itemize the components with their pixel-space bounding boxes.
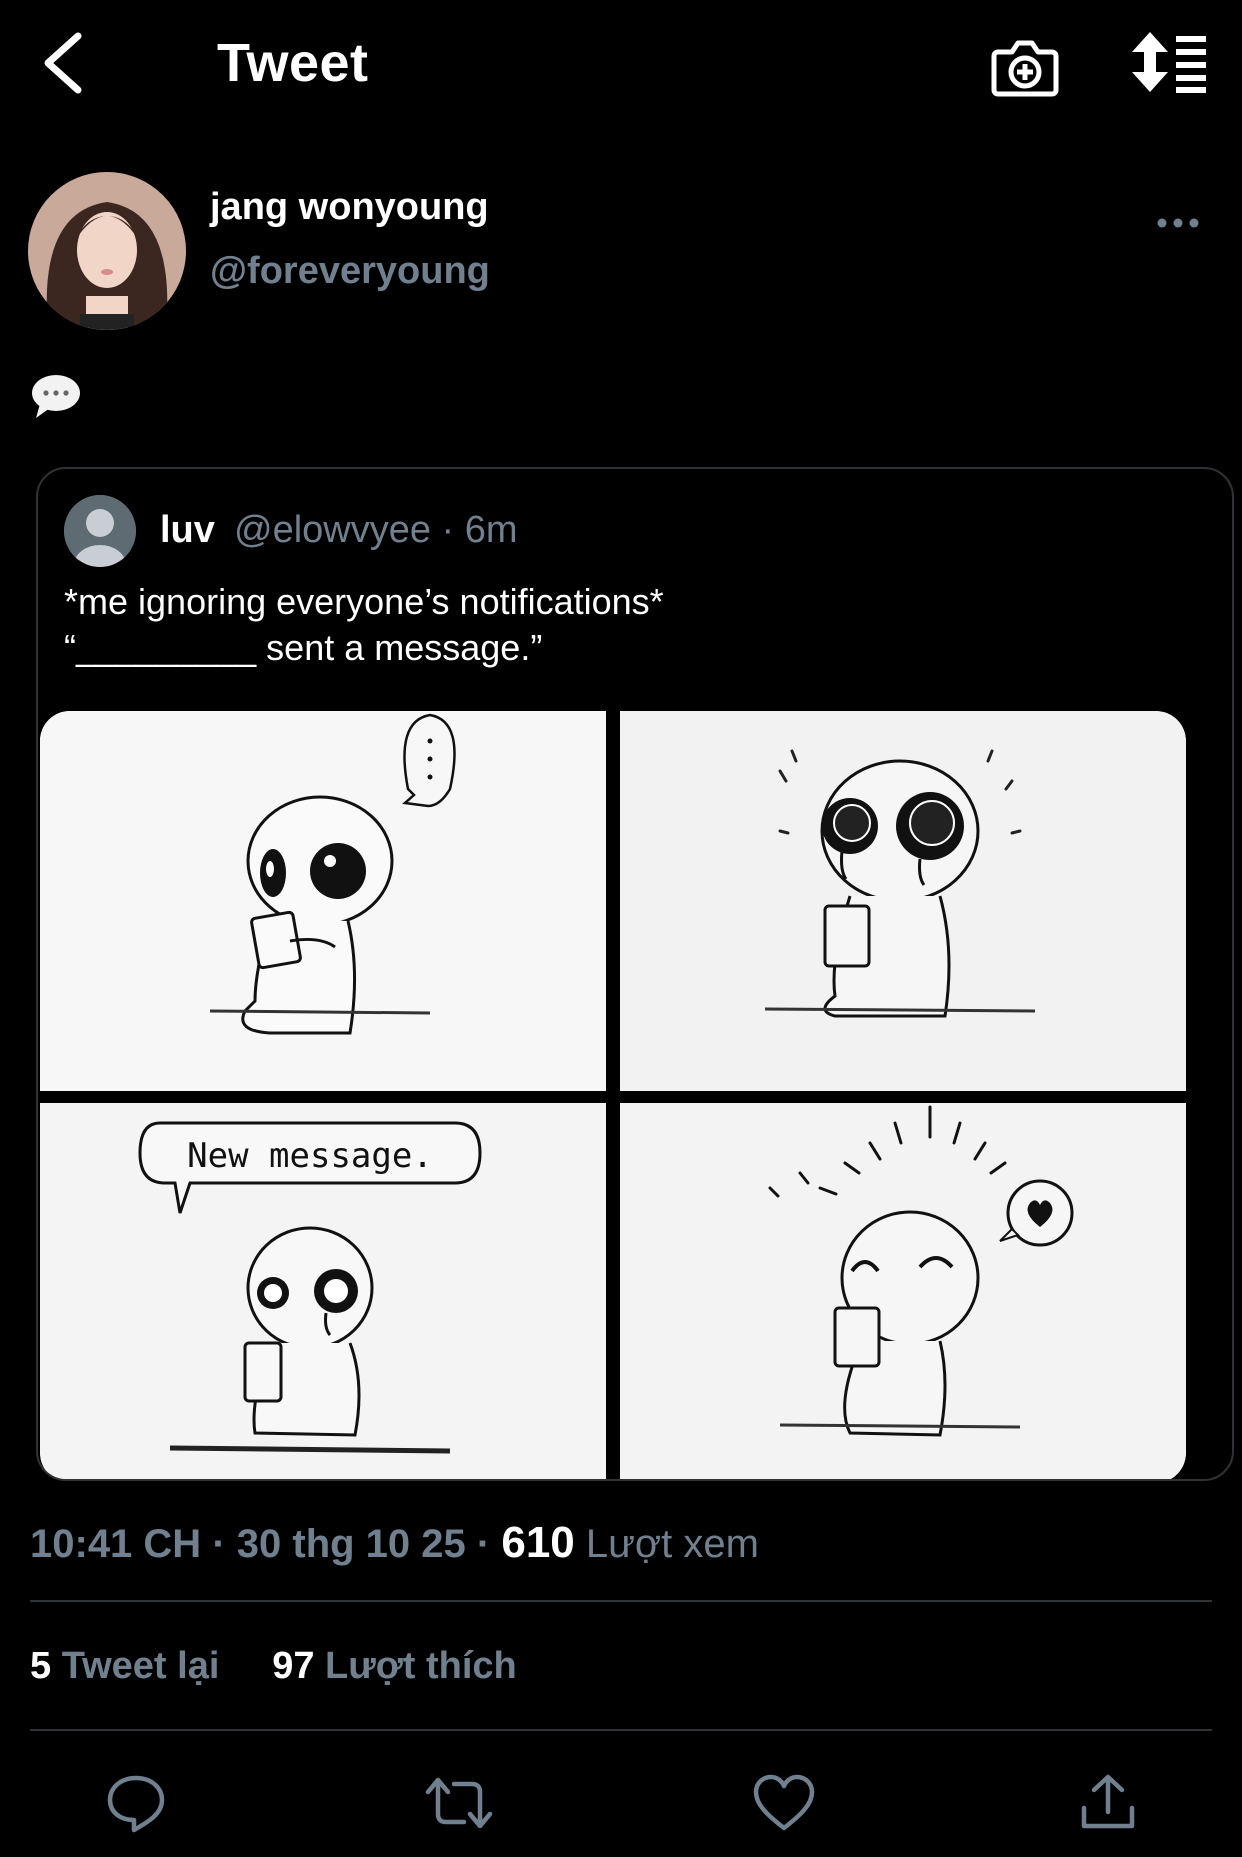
like-icon xyxy=(753,1774,815,1831)
comic-drawing xyxy=(620,711,1186,1091)
sort-button[interactable] xyxy=(1130,30,1210,94)
share-icon xyxy=(1081,1774,1135,1829)
retweet-icon xyxy=(425,1777,493,1829)
quoted-tweet-text: *me ignoring everyone’s notifications* “… xyxy=(64,581,664,668)
views-label: Lượt xem xyxy=(585,1522,759,1566)
divider xyxy=(30,1729,1212,1731)
default-avatar-icon xyxy=(64,495,136,567)
quoted-author-name[interactable]: luv xyxy=(160,509,215,552)
comic-drawing xyxy=(620,1103,1186,1479)
comic-drawing xyxy=(40,711,606,1091)
back-button[interactable] xyxy=(36,28,96,98)
page-title: Tweet xyxy=(217,33,369,93)
quoted-author-avatar[interactable] xyxy=(64,495,136,567)
more-icon xyxy=(1157,218,1199,228)
likes-label: Lượt thích xyxy=(325,1645,517,1687)
likes-count: 97 xyxy=(272,1645,315,1687)
tweet-time: 10:41 CH xyxy=(30,1522,202,1566)
chevron-left-icon xyxy=(44,32,82,94)
quoted-media-grid[interactable]: New message. xyxy=(40,711,1186,1479)
retweet-button[interactable] xyxy=(424,1772,494,1834)
tweet-meta: 10:41 CH · 30 thg 10 25 · 610 Lượt xem xyxy=(30,1518,759,1567)
sort-list-icon xyxy=(1132,32,1206,93)
comic-drawing: New message. xyxy=(40,1103,606,1479)
camera-add-icon xyxy=(991,40,1059,97)
reply-icon xyxy=(107,1775,165,1833)
bubble-text: New message. xyxy=(187,1136,433,1176)
comic-panel-1[interactable] xyxy=(40,711,606,1091)
author-avatar[interactable] xyxy=(28,172,186,330)
tweet-date: 30 thg 10 25 xyxy=(236,1522,466,1566)
views-count: 610 xyxy=(501,1518,575,1567)
more-options-button[interactable] xyxy=(1155,210,1201,236)
speech-balloon-icon xyxy=(30,372,82,420)
reply-button[interactable] xyxy=(104,1772,168,1834)
comic-panel-4[interactable] xyxy=(620,1103,1186,1479)
avatar-photo xyxy=(28,172,186,330)
retweets-label: Tweet lại xyxy=(61,1645,220,1687)
author-handle[interactable]: @foreveryoung xyxy=(210,250,490,293)
like-button[interactable] xyxy=(752,1772,816,1834)
camera-button[interactable] xyxy=(990,30,1060,100)
comic-panel-2[interactable] xyxy=(620,711,1186,1091)
share-button[interactable] xyxy=(1076,1772,1140,1834)
quoted-tweet-card[interactable]: luv @elowvyee · 6m *me ignoring everyone… xyxy=(36,467,1234,1481)
comic-panel-3[interactable]: New message. xyxy=(40,1103,606,1479)
engagement-stats: 5 Tweet lại 97 Lượt thích xyxy=(30,1645,517,1688)
retweets-count: 5 xyxy=(30,1645,52,1687)
author-display-name[interactable]: jang wonyoung xyxy=(210,186,489,229)
retweets-stat[interactable]: 5 Tweet lại xyxy=(30,1645,219,1687)
likes-stat[interactable]: 97 Lượt thích xyxy=(272,1645,517,1687)
divider xyxy=(30,1600,1212,1602)
quoted-author-handle-time[interactable]: @elowvyee · 6m xyxy=(234,509,518,552)
